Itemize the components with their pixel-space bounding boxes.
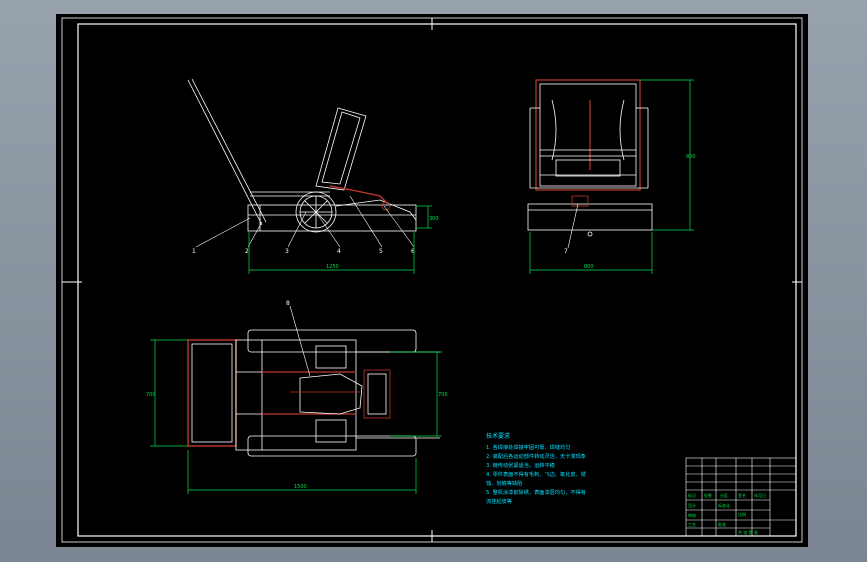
scale-label: 比例 [738, 511, 746, 517]
svg-text:标准化: 标准化 [718, 502, 730, 508]
top-dim-depth: 700 [438, 392, 448, 398]
part-label-3: 3 [285, 248, 289, 255]
part-label-5: 5 [379, 248, 383, 255]
svg-text:签名: 签名 [738, 492, 746, 498]
front-dim-height: 800 [686, 154, 696, 160]
notes-line-5: 蚀、划痕等缺陷 [486, 479, 522, 487]
top-dim-width: 700 [146, 392, 156, 398]
top-dim-length: 1500 [294, 484, 307, 490]
svg-text:年月日: 年月日 [754, 492, 766, 498]
part-label-2: 2 [245, 248, 249, 255]
side-dim-height: 300 [429, 216, 439, 222]
notes-line-6: 5. 整机涂漆前除锈，表面漆层均匀，不得有 [486, 488, 586, 496]
svg-text:设计: 设计 [688, 502, 696, 508]
drawing-canvas[interactable]: 1 2 3 4 5 6 1250 300 800 800 7 700 700 1… [0, 0, 867, 562]
svg-text:处数: 处数 [704, 492, 712, 498]
svg-text:分区: 分区 [720, 492, 728, 498]
notes-line-4: 4. 零件表面不得有毛刺、飞边、氧化皮、锈 [486, 470, 586, 478]
front-dim-width: 800 [584, 264, 594, 270]
part-label-6: 6 [411, 248, 415, 255]
svg-text:工艺: 工艺 [688, 522, 696, 527]
notes-title: 技术要求 [486, 432, 510, 440]
notes-line-7: 流挂起皮等 [486, 497, 512, 505]
side-dim-length: 1250 [326, 264, 339, 270]
svg-text:标记: 标记 [688, 492, 696, 498]
cad-viewport[interactable]: 1 2 3 4 5 6 1250 300 800 800 7 700 700 1… [0, 0, 867, 562]
part-label-1: 1 [192, 248, 196, 255]
top-part-label: 8 [286, 300, 290, 307]
notes-line-3: 3. 链传动张紧适当，运转平稳 [486, 461, 555, 469]
drawing-sheet [56, 14, 808, 547]
part-label-4: 4 [337, 248, 341, 255]
svg-text:批准: 批准 [718, 521, 726, 527]
svg-text:审核: 审核 [688, 512, 696, 518]
notes-line-1: 1. 各焊接处焊接牢固可靠，焊缝均匀 [486, 443, 570, 451]
sheet-label: 共 张 第 张 [738, 529, 758, 535]
front-part-label: 7 [564, 248, 568, 255]
notes-line-2: 2. 装配后各运动部件转动灵活，无卡滞现象 [486, 452, 586, 460]
